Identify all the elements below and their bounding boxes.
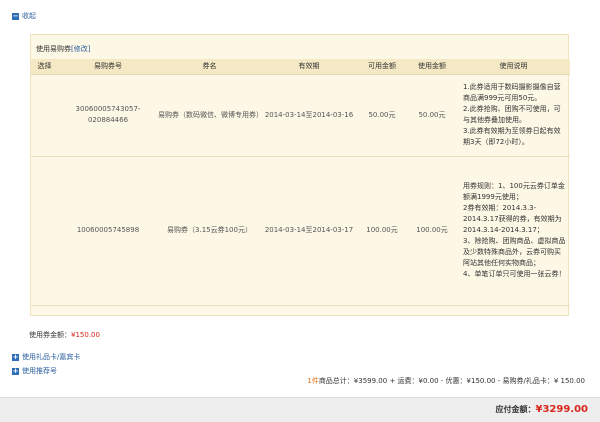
desc-line: 2券有效期：2014.3.3-2014.3.17获得的券，有效期为2014.3.…	[463, 204, 562, 234]
plus-icon: +	[12, 366, 19, 375]
used-coupon-amount: 使用券金额：¥150.00	[29, 330, 100, 340]
referrer-label: 使用推荐号	[22, 367, 57, 375]
col-validity: 有效期	[261, 59, 357, 75]
coupon-panel-header: 使用易购券[修改]	[36, 44, 90, 54]
payable-bar: 应付金额：¥3299.00	[0, 397, 600, 422]
gift-card-toggle[interactable]: + 使用礼品卡/嘉宾卡	[12, 352, 80, 362]
coupon-row[interactable]: 10060005745898 易购券（3.15云券100元） 2014-03-1…	[31, 156, 570, 306]
col-number: 易购券号	[58, 59, 158, 75]
desc-line: 2.此券抢购、团购不可使用，可与其他券叠加使用。	[463, 105, 561, 124]
minus-icon: −	[12, 11, 19, 20]
col-select: 选择	[31, 59, 58, 75]
coupon-used: 100.00元	[407, 156, 457, 306]
col-available: 可用金额	[357, 59, 407, 75]
coupon-desc: 用券规则：1、100元云券订单金额满1999元使用； 2券有效期：2014.3.…	[457, 156, 570, 306]
item-count: 1件	[307, 377, 319, 385]
coupon-name: 易购券（数码微信、微博专用券）	[158, 74, 263, 157]
coupon-row[interactable]: 30060005743057-020884466 易购券（数码微信、微博专用券）…	[31, 74, 570, 157]
coupon-available: 50.00元	[357, 74, 407, 157]
coupon-validity: 2014-03-14至2014-03-17	[261, 156, 357, 306]
desc-line: 3.此券有效期为至领券日起有效期3天（即72小时）。	[463, 127, 561, 146]
row-select-cell[interactable]	[31, 74, 58, 157]
plus-icon: +	[12, 352, 19, 361]
desc-line: 3、除抢购、团购商品、虚拟商品及少数特殊商品外，云券可购买阿站其他任何实物商品；	[463, 237, 566, 267]
coupon-desc: 1.此券适用于数码摄影摄像自营商品满999元可用50元。 2.此券抢购、团购不可…	[457, 74, 570, 157]
gift-card-label: 使用礼品卡/嘉宾卡	[22, 353, 81, 361]
col-used: 使用金额	[407, 59, 457, 75]
coupon-name: 易购券（3.15云券100元）	[158, 156, 261, 306]
collapse-label: 收起	[22, 12, 36, 20]
col-desc: 使用说明	[457, 59, 570, 75]
coupon-used: 50.00元	[407, 74, 457, 157]
payable-label: 应付金额：	[495, 405, 536, 414]
used-amount-value: ¥150.00	[71, 331, 100, 339]
edit-coupon-link[interactable]: [修改]	[71, 45, 90, 53]
referrer-toggle[interactable]: + 使用推荐号	[12, 366, 57, 376]
coupon-available: 100.00元	[357, 156, 407, 306]
desc-line: 用券规则：1、100元云券订单金额满1999元使用；	[463, 182, 565, 201]
payable-value: ¥3299.00	[535, 404, 588, 415]
col-name: 券名	[158, 59, 261, 75]
desc-line: 4、单笔订单只可使用一张云券！	[463, 270, 566, 278]
coupon-panel-title: 使用易购券	[36, 45, 71, 53]
payable-amount: 应付金额：¥3299.00	[495, 404, 588, 415]
coupon-number: 30060005743057-020884466	[58, 74, 158, 157]
row-select-cell[interactable]	[31, 156, 58, 306]
order-summary: 1件商品总计：¥3599.00 + 运费：¥0.00 - 优惠：¥150.00 …	[307, 376, 585, 386]
coupon-number: 10060005745898	[58, 156, 158, 306]
used-amount-label: 使用券金额：	[29, 331, 71, 339]
coupon-panel: 使用易购券[修改] 选择 易购券号 券名 有效期 可用金额 使用金额 使用说明 …	[30, 34, 570, 316]
coupon-validity: 2014-03-14至2014-03-16	[261, 74, 357, 157]
summary-text: 商品总计：¥3599.00 + 运费：¥0.00 - 优惠：¥150.00 - …	[318, 377, 585, 385]
coupon-table-header: 选择 易购券号 券名 有效期 可用金额 使用金额 使用说明	[31, 59, 570, 75]
coupon-table: 选择 易购券号 券名 有效期 可用金额 使用金额 使用说明 3006000574…	[31, 59, 570, 306]
collapse-toggle[interactable]: − 收起	[12, 11, 36, 21]
desc-line: 1.此券适用于数码摄影摄像自营商品满999元可用50元。	[463, 83, 561, 102]
